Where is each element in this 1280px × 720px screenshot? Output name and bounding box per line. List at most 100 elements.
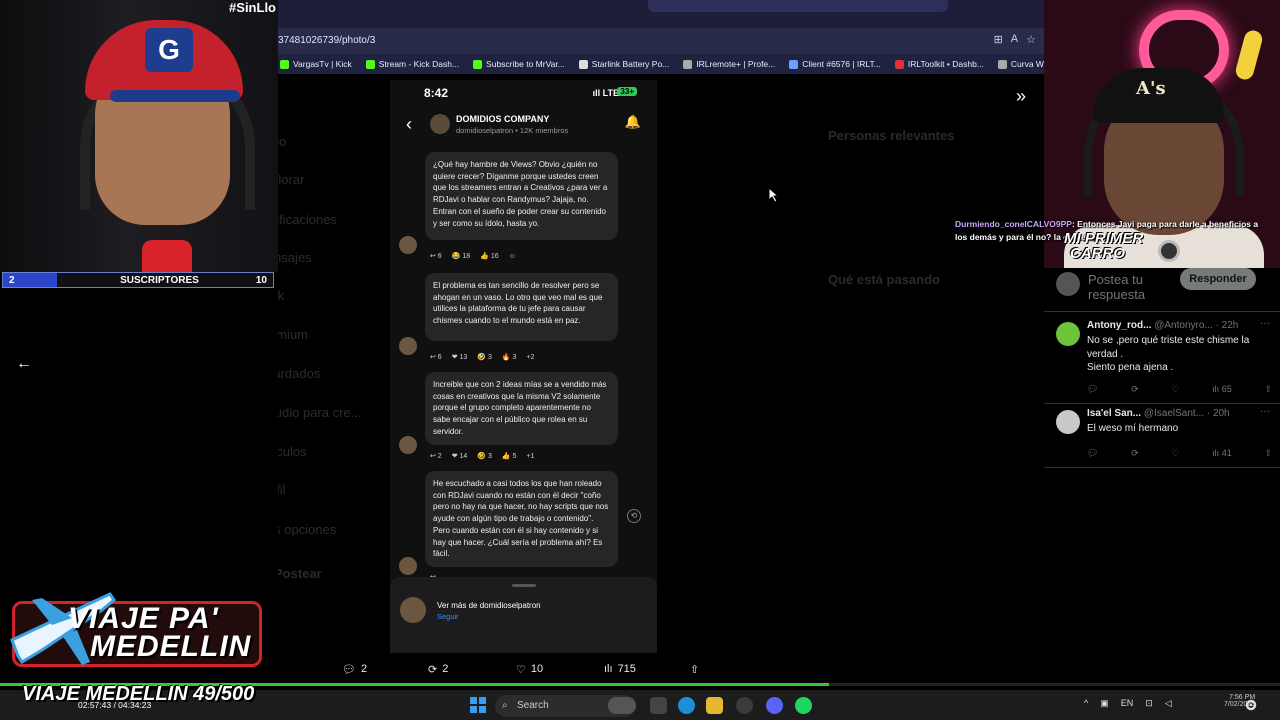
display-icon[interactable]: ▣ [1100, 698, 1109, 709]
subscriber-goal-bar: 2 SUSCRIPTORES 10 [2, 272, 274, 288]
next-photo-chevron-icon[interactable]: » [1016, 86, 1026, 107]
reaction-chip: 🔥 3 [501, 354, 517, 361]
mi-primer-carro-banner: MI PRIMER CARRO [1064, 230, 1144, 262]
bar-chart-icon: ılı [1212, 448, 1222, 458]
tweet-avatar[interactable] [1056, 322, 1080, 346]
reply-count[interactable]: 💬︎ 2 [342, 663, 367, 676]
bookmark-item[interactable]: Starlink Battery Po... [578, 59, 670, 69]
apps-icon[interactable]: ⊞ [994, 33, 1003, 46]
more-dots-icon[interactable]: ··· [1260, 406, 1270, 417]
bookmark-label: VargasTv | Kick [293, 59, 352, 69]
channel-message: He escuchado a casi todos los que han ro… [425, 471, 618, 567]
message-reactions: ↩ 2 ❤ 14 🤣 3 👍 5 +1 [430, 452, 534, 461]
ghost-nav-item: Más opciones [278, 522, 337, 537]
repost-count[interactable]: ⟳ 2 [428, 663, 448, 676]
share-icon[interactable]: ⇧ [1264, 448, 1272, 459]
ghost-nav-item: Notificaciones [278, 212, 337, 227]
task-view-icon[interactable] [650, 697, 667, 714]
favorite-star-icon[interactable]: ☆ [1026, 33, 1036, 46]
bookmark-label: Client #6576 | IRLT... [802, 59, 881, 69]
channel-subtitle: domidioselpatron • 12K miembros [456, 126, 569, 135]
reply-icon[interactable]: 💬︎ [1087, 448, 1098, 459]
composer-avatar [1056, 272, 1080, 296]
reply-tweet[interactable]: Isa'el San... @IsaelSant... · 20h ··· El w… [1044, 404, 1280, 468]
reaction-chip: ❤ 13 [451, 354, 468, 361]
spotify-icon[interactable] [795, 697, 812, 714]
forward-icon: ⟲ [627, 509, 641, 523]
address-icons: ⊞ A ☆ [994, 33, 1036, 46]
windows-start-icon[interactable] [470, 697, 486, 713]
system-tray: ^ ▣ EN ⊡ ◁ [1084, 698, 1172, 709]
tweet-age[interactable]: 22h [1222, 320, 1239, 331]
bookmark-label: Starlink Battery Po... [591, 59, 670, 69]
footer-follow-text: Seguir [437, 612, 459, 621]
read-aloud-icon[interactable]: A [1011, 33, 1018, 46]
discord-icon[interactable] [766, 697, 783, 714]
reply-tweet[interactable]: Antony_rod... @Antonyro... · 22h ··· No se… [1044, 316, 1280, 404]
tweet-handle[interactable]: @Antonyro... [1154, 320, 1213, 331]
repost-icon[interactable]: ⟳ [1131, 448, 1139, 459]
bookmark-item[interactable]: VargasTv | Kick [280, 59, 352, 69]
obs-icon[interactable] [736, 697, 753, 714]
bookmark-item[interactable]: Stream - Kick Dash... [365, 59, 459, 69]
bookmark-item[interactable]: IRLToolkit • Dashb... [894, 59, 984, 69]
tweet-author[interactable]: Isa'el San... [1087, 408, 1141, 419]
tweet-age[interactable]: 20h [1213, 408, 1230, 419]
repost-icon[interactable]: ⟳ [1131, 384, 1139, 395]
volume-icon[interactable]: ◁ [1165, 698, 1172, 709]
message-avatar [399, 236, 417, 254]
reaction-chip: 👍 16 [480, 253, 499, 260]
channel-message: ¿Qué hay hambre de Views? Obvio ¿quién n… [425, 152, 618, 240]
gear-icon[interactable] [1244, 698, 1258, 712]
reply-icon[interactable]: 💬︎ [1087, 384, 1098, 395]
viaje-title: VIAJE PA' MEDELLIN [68, 602, 252, 663]
file-explorer-icon[interactable] [706, 697, 723, 714]
bookmark-item[interactable]: IRLremote+ | Profe... [683, 59, 775, 69]
prev-photo-arrow-icon[interactable]: ← [16, 355, 32, 373]
reply-input[interactable]: Postea tu respuesta [1088, 272, 1168, 302]
heart-icon[interactable]: ♡ [1171, 384, 1179, 395]
edge-icon[interactable] [678, 697, 695, 714]
url-text[interactable]: 37481026739/photo/3 [278, 35, 375, 46]
tweet-author[interactable]: Antony_rod... [1087, 320, 1151, 331]
more-dots-icon[interactable]: ··· [1260, 318, 1270, 329]
ghost-nav-item: Explorar [278, 172, 305, 187]
views-stat[interactable]: ılı 65 [1212, 384, 1232, 395]
language-indicator[interactable]: EN [1121, 698, 1134, 709]
reaction-chip: 🤣 3 [477, 453, 492, 460]
share-icon[interactable]: ⇧ [1264, 384, 1272, 395]
active-tab[interactable] [648, 0, 948, 12]
reaction-chip: 🤣 3 [477, 354, 492, 361]
battery-icon: 33+ [617, 87, 637, 96]
bookmark-label: Subscribe to MrVar... [486, 59, 565, 69]
bookmark-favicon-icon [473, 59, 483, 69]
bookmark-favicon-icon [894, 59, 904, 69]
browser-tab-strip [278, 0, 1044, 28]
reaction-chip: +2 [526, 353, 535, 361]
address-bar[interactable]: 37481026739/photo/3 ⊞ A ☆ [278, 28, 1044, 54]
reply-button[interactable]: Responder [1180, 268, 1256, 290]
bookmark-item[interactable]: Client #6576 | IRLT... [789, 59, 881, 69]
bookmark-label: IRLremote+ | Profe... [696, 59, 776, 69]
view-count[interactable]: ılı 715 [604, 663, 636, 675]
heart-icon[interactable]: ♡ [1171, 448, 1179, 459]
share-icon[interactable]: ⇧ [690, 663, 699, 676]
tweet-avatar[interactable] [1056, 410, 1080, 434]
search-icon: ⌕ [502, 700, 508, 711]
chat-username: Durmiendo_conelCALVO9PP [955, 219, 1072, 229]
cap-logo-right: A's [1136, 78, 1166, 99]
views-stat[interactable]: ılı 41 [1212, 448, 1232, 459]
tweet-header: Isa'el San... @IsaelSant... · 20h [1087, 408, 1230, 419]
like-count[interactable]: ♡ 10 [516, 663, 543, 676]
post-engagement-bar: 💬︎ 2 ⟳ 2 ♡ 10 ılı 715 ⇧ [278, 658, 1044, 680]
sheet-grabber [512, 584, 536, 587]
channel-avatar [430, 114, 450, 134]
bookmark-item[interactable]: Subscribe to MrVar... [473, 59, 565, 69]
chevron-up-icon[interactable]: ^ [1084, 698, 1088, 709]
ghost-nav-item: Premium [278, 327, 309, 342]
network-icon[interactable]: ⊡ [1145, 698, 1153, 709]
widgets-icon[interactable] [608, 697, 636, 714]
bookmark-item[interactable]: Curva Wheels CFF76 [997, 59, 1044, 69]
left-webcam: G #SinLlo [0, 0, 278, 272]
tweet-handle[interactable]: @IsaelSant... [1144, 408, 1204, 419]
